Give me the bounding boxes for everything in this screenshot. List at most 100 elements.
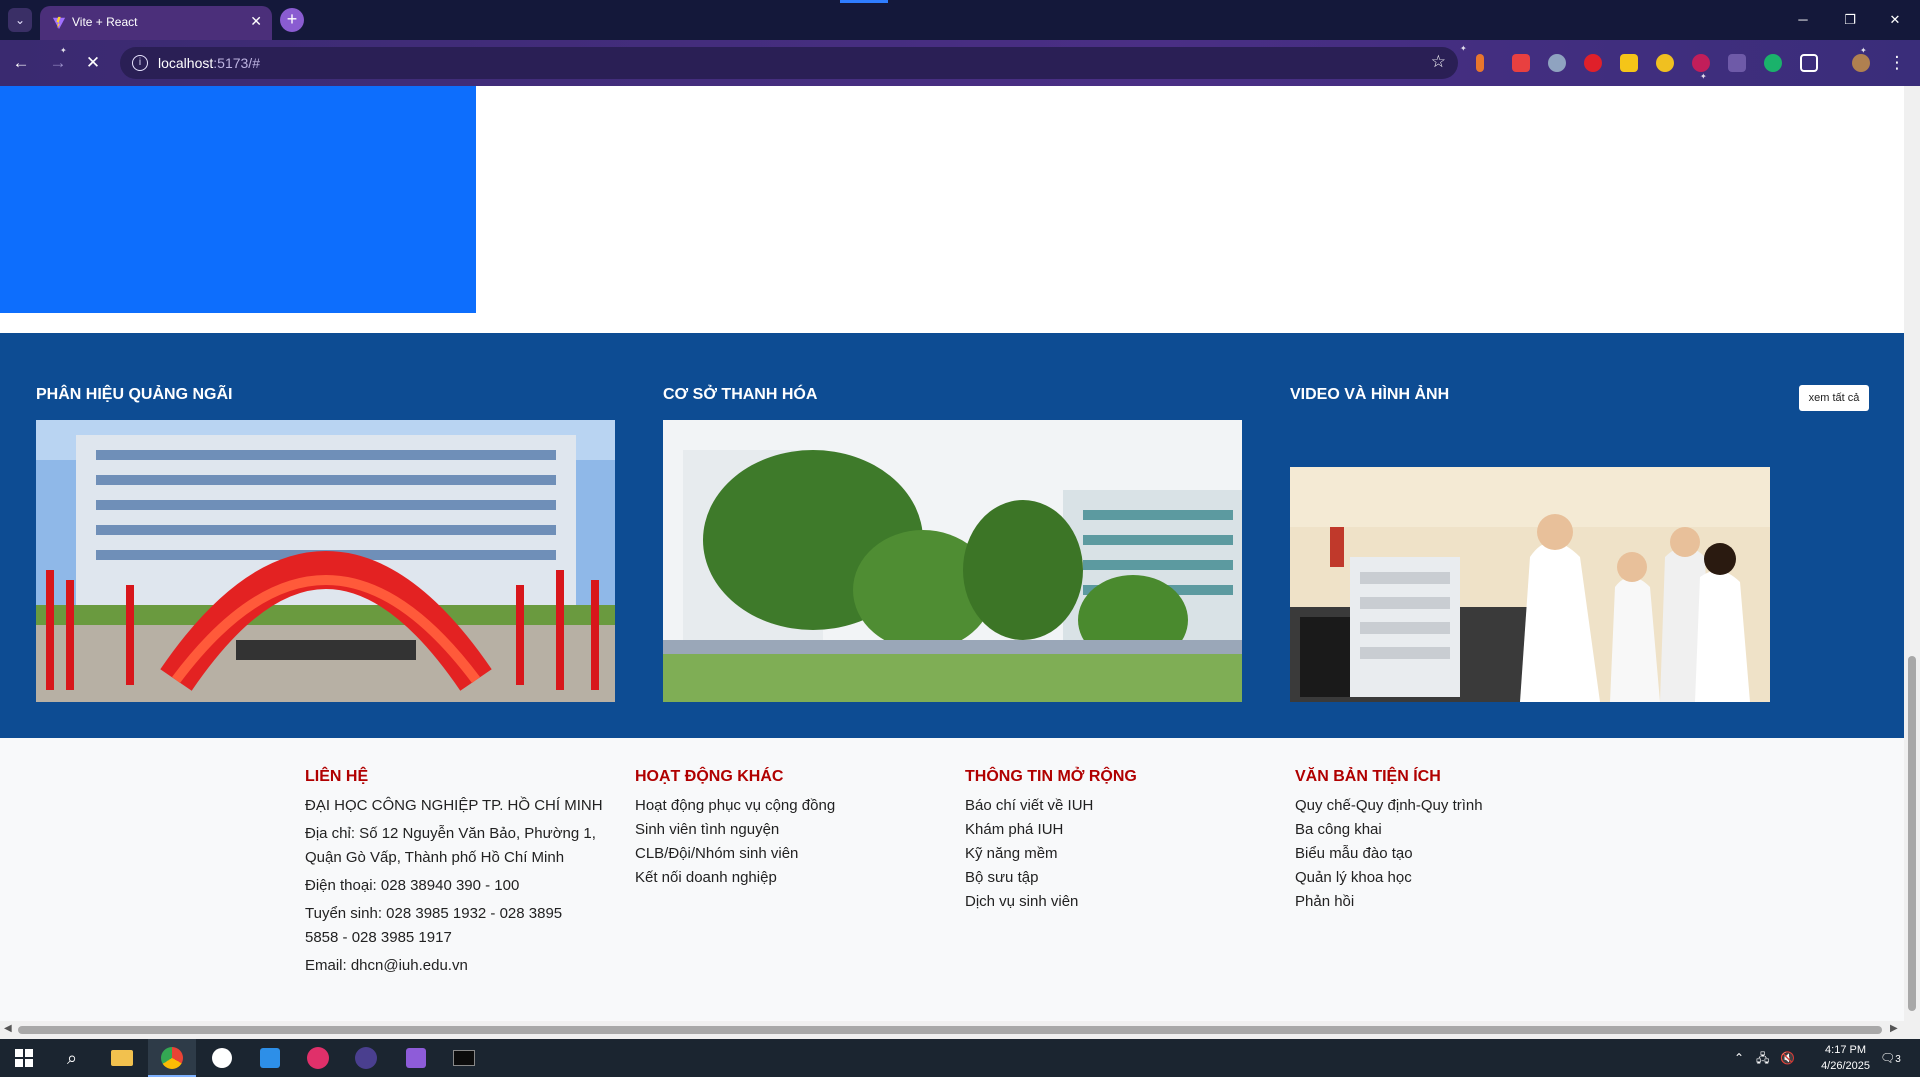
search-icon[interactable]: ⌕ [48,1039,96,1077]
footer-more-info-column: THÔNG TIN MỞ RỘNG Báo chí viết về IUH Kh… [965,768,1265,914]
thanh-hoa-campus-image[interactable] [663,420,1242,702]
footer-link[interactable]: Sinh viên tình nguyện [635,818,935,842]
footer-link[interactable]: Dịch vụ sinh viên [965,890,1265,914]
horizontal-scrollbar[interactable]: ◀ ▶ [0,1021,1920,1039]
tab-title: Vite + React [72,15,138,29]
taskbar-clock[interactable]: 4:17 PM 4/26/2025 [1821,1042,1870,1074]
clock-time: 4:17 PM [1825,1044,1867,1056]
footer-link[interactable]: Bộ sưu tập [965,866,1265,890]
footer-link[interactable]: Khám phá IUH [965,818,1265,842]
extension-icon[interactable] [1584,54,1602,72]
quang-ngai-photo [36,420,615,702]
tray-chevron-icon[interactable]: ⌃ [1734,1039,1744,1077]
footer-link[interactable]: Quản lý khoa học [1295,866,1595,890]
address-bar[interactable]: i localhost:5173/# ☆ [120,47,1458,79]
more-info-heading: THÔNG TIN MỞ RỘNG [965,768,1137,785]
address-line: Quận Gò Vấp, Thành phố Hồ Chí Minh [305,849,565,866]
footer-link[interactable]: Phản hồi [1295,890,1595,914]
extension-icon[interactable] [1656,54,1674,72]
extension-icon[interactable] [1764,54,1782,72]
restore-icon[interactable]: ❐ [1840,10,1860,30]
video-images-heading: VIDEO VÀ HÌNH ẢNH [1290,386,1450,403]
footer-link[interactable]: CLB/Đội/Nhóm sinh viên [635,842,935,866]
university-name: ĐẠI HỌC CÔNG NGHIỆP TP. HỒ CHÍ MINH [305,797,603,814]
footer-link[interactable]: Kết nối doanh nghiệp [635,866,935,890]
new-tab-plus-icon[interactable]: + [280,8,304,32]
app-icon[interactable] [198,1039,246,1077]
sparkle-icon: ✦ [1700,72,1707,81]
notifications-icon[interactable]: 🗨3 [1880,1039,1901,1077]
thanh-hoa-heading: CƠ SỞ THANH HÓA [663,386,818,403]
footer-link[interactable]: Ba công khai [1295,818,1595,842]
horizontal-scrollbar-thumb[interactable] [18,1026,1882,1034]
eclipse-icon[interactable] [342,1039,390,1077]
stop-loading-icon[interactable]: ✕ [82,52,104,74]
terminal-icon[interactable] [440,1039,488,1077]
documents-heading: VĂN BẢN TIỆN ÍCH [1295,768,1441,785]
activities-heading: HOẠT ĐỘNG KHÁC [635,768,784,785]
clock-date: 4/26/2025 [1821,1060,1870,1072]
vertical-scrollbar-thumb[interactable] [1908,656,1916,1011]
email-text: Email: dhcn@iuh.edu.vn [305,957,468,974]
network-icon[interactable]: 🖧 [1756,1039,1769,1077]
browser-tab-bar: ⌄ Vite + React ✕ + ─ ❐ ✕ [0,0,1920,40]
admission-phone-text: Tuyển sinh: 028 3985 1932 - 028 3895 [305,905,563,922]
campus-section: PHÂN HIỆU QUẢNG NGÃI CƠ SỞ THANH HÓA VID… [0,333,1904,738]
chrome-icon[interactable] [148,1039,196,1077]
footer-documents-column: VĂN BẢN TIỆN ÍCH Quy chế-Quy định-Quy tr… [1295,768,1595,914]
browser-tab[interactable]: Vite + React ✕ [40,6,272,40]
start-windows-icon[interactable] [0,1039,48,1077]
footer-link[interactable]: Báo chí viết về IUH [965,794,1265,818]
close-window-icon[interactable]: ✕ [1885,10,1905,30]
footer-link[interactable]: Hoạt động phục vụ cộng đồng [635,794,935,818]
contact-heading: LIÊN HỆ [305,768,369,785]
file-explorer-icon[interactable] [98,1039,146,1077]
bookmark-star-icon[interactable]: ☆ [1431,52,1446,72]
tab-close-icon[interactable]: ✕ [250,13,262,30]
notes-extension-icon[interactable] [1620,54,1638,72]
footer-link[interactable]: Kỹ năng mềm [965,842,1265,866]
sparkle-icon: ✦ [1460,44,1467,53]
minimize-icon[interactable]: ─ [1793,10,1813,30]
notification-count: 3 [1895,1054,1901,1065]
extension-icon[interactable] [1692,54,1710,72]
vscode-icon[interactable] [246,1039,294,1077]
footer-link[interactable]: Biểu mẫu đào tạo [1295,842,1595,866]
lab-scientists-image[interactable] [1290,467,1770,702]
quang-ngai-heading: PHÂN HIỆU QUẢNG NGÃI [36,386,233,403]
page-viewport: PHÂN HIỆU QUẢNG NGÃI CƠ SỞ THANH HÓA VID… [0,86,1904,1021]
app-icon[interactable] [294,1039,342,1077]
profile-avatar[interactable] [1852,54,1870,72]
footer-link[interactable]: Quy chế-Quy định-Quy trình [1295,794,1595,818]
quang-ngai-campus-image[interactable] [36,420,615,702]
view-all-button[interactable]: xem tất cả [1799,385,1869,411]
back-arrow-icon[interactable]: ← [10,52,32,74]
scroll-right-icon[interactable]: ▶ [1890,1023,1898,1034]
extensions-puzzle-icon[interactable] [1800,54,1818,72]
lab-photo [1290,467,1770,702]
visual-studio-icon[interactable] [392,1039,440,1077]
address-line: Địa chỉ: Số 12 Nguyễn Văn Bảo, Phường 1, [305,825,596,842]
address-url: localhost:5173/# [158,55,260,71]
site-info-icon[interactable]: i [132,55,148,71]
tab-strip-indicator [840,0,888,3]
admission-phone-text: 5858 - 028 3985 1917 [305,929,452,946]
forward-arrow-icon[interactable]: → [47,52,69,74]
blue-banner-block [0,86,476,313]
footer-activities-column: HOẠT ĐỘNG KHÁC Hoạt động phục vụ cộng đồ… [635,768,935,890]
browser-toolbar: ✦ ✦ ✦ ✦ ← → ✕ i localhost:5173/# ☆ ⋮ [0,40,1920,86]
vite-favicon-icon [52,16,66,30]
scroll-left-icon[interactable]: ◀ [4,1023,12,1034]
menu-kebab-icon[interactable]: ⋮ [1886,52,1908,74]
shield-extension-icon[interactable] [1548,54,1566,72]
extension-icon[interactable] [1476,54,1484,72]
vertical-scrollbar[interactable] [1904,86,1920,1021]
tab-search-chevron-icon[interactable]: ⌄ [8,8,32,32]
site-footer: LIÊN HỆ ĐẠI HỌC CÔNG NGHIỆP TP. HỒ CHÍ M… [0,738,1904,1021]
footer-contact-column: LIÊN HỆ ĐẠI HỌC CÔNG NGHIỆP TP. HỒ CHÍ M… [305,768,615,978]
phone-text: Điện thoại: 028 38940 390 - 100 [305,877,520,894]
volume-muted-icon[interactable]: 🔇 [1780,1039,1795,1077]
extension-icon[interactable] [1728,54,1746,72]
windows-taskbar: ⌕ ⌃ 🖧 🔇 4:17 PM 4/26/2025 🗨3 [0,1039,1920,1077]
extension-icon[interactable] [1512,54,1530,72]
